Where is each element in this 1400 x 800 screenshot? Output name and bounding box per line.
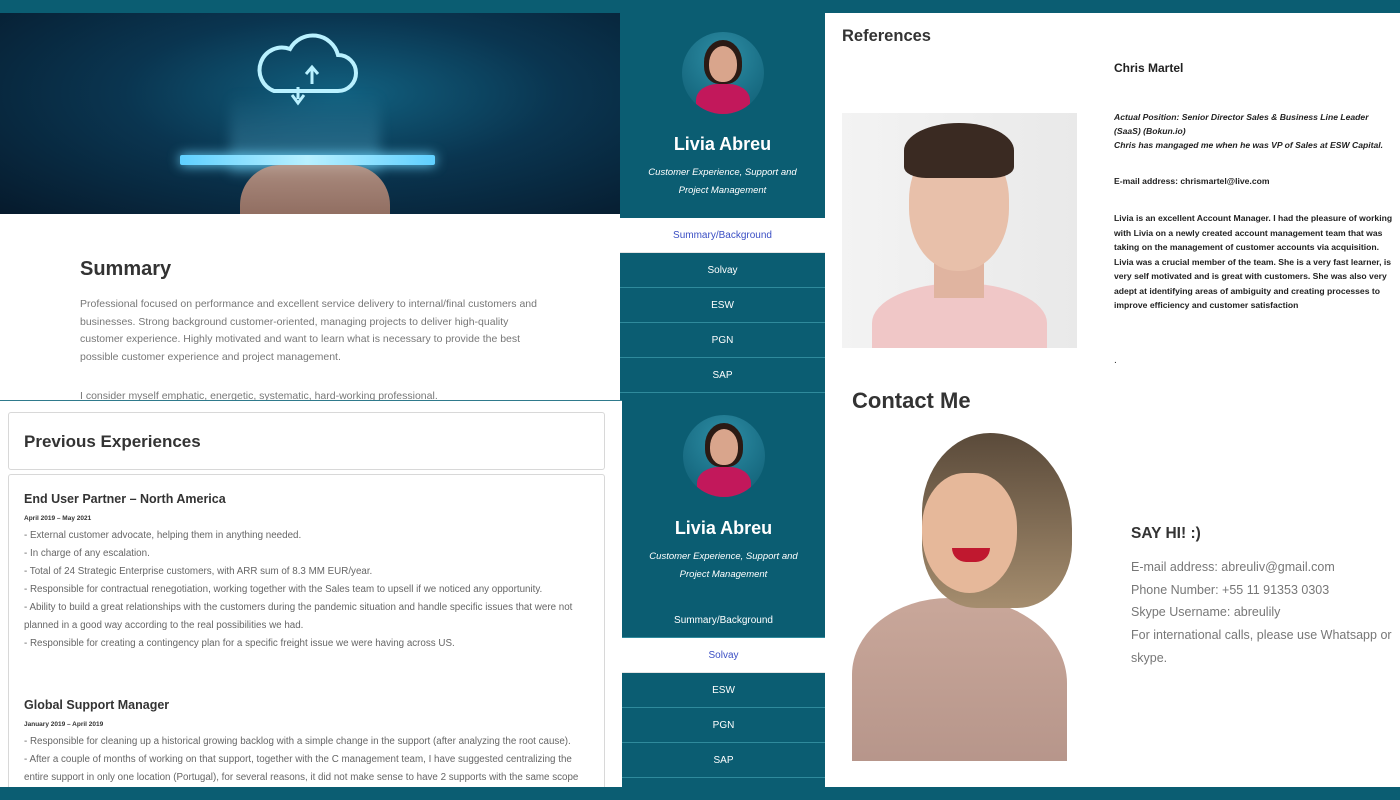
nav-item-sap[interactable]: SAP: [620, 358, 825, 393]
job-line: - Responsible for creating a contingency…: [24, 638, 455, 649]
contact-email[interactable]: E-mail address: abreuliv@gmail.com: [1131, 556, 1396, 579]
sidebar-top: Livia Abreu Customer Experience, Support…: [620, 13, 825, 400]
reference-photo: [842, 113, 1077, 348]
experiences-list: End User Partner – North America April 2…: [8, 474, 605, 787]
reference-quote: Livia is an excellent Account Manager. I…: [1114, 213, 1393, 310]
frame-bottom: [0, 787, 1400, 800]
nav-item-esw[interactable]: ESW: [620, 288, 825, 323]
profile-name: Livia Abreu: [674, 518, 773, 538]
summary-title: Summary: [80, 258, 172, 280]
frame-top: [0, 0, 1400, 13]
nav-item-sap[interactable]: SAP: [622, 743, 825, 778]
job-line: planned in a good way according to the r…: [24, 620, 304, 631]
hero-image: [0, 13, 620, 214]
summary-section: Summary Professional focused on performa…: [0, 214, 620, 400]
profile-name: Livia Abreu: [673, 134, 772, 154]
cloud-sync-icon: [250, 29, 362, 109]
contact-skype[interactable]: Skype Username: abreulily: [1131, 601, 1396, 624]
experiences-header: Previous Experiences: [8, 412, 605, 470]
job-line: - Ability to build a great relationships…: [24, 602, 573, 613]
reference-relation: Chris has mangaged me when he was VP of …: [1114, 140, 1384, 150]
contact-title: Contact Me: [852, 388, 971, 413]
sidebar-nav-bottom: Summary/Background Solvay ESW PGN SAP: [622, 603, 825, 778]
job-date: January 2019 – April 2019: [24, 721, 104, 728]
profile-role: Customer Experience, Support and Project…: [648, 167, 797, 196]
job-date: April 2019 – May 2021: [24, 515, 92, 522]
contact-phone[interactable]: Phone Number: +55 11 91353 0303: [1131, 579, 1396, 602]
sidebar-bottom: Livia Abreu Customer Experience, Support…: [622, 400, 825, 787]
reference-name: Chris Martel: [1114, 61, 1184, 75]
summary-paragraph: Professional focused on performance and …: [80, 298, 537, 363]
job-line: - Total of 24 Strategic Enterprise custo…: [24, 566, 373, 577]
nav-item-pgn[interactable]: PGN: [620, 323, 825, 358]
nav-item-summary[interactable]: Summary/Background: [620, 218, 825, 253]
job-line: entire support in only one location (Por…: [24, 772, 579, 783]
experiences-title: Previous Experiences: [24, 432, 201, 451]
hero-tablet: [180, 155, 435, 165]
job-line: - Responsible for contractual renegotiat…: [24, 584, 543, 595]
reference-position-text: Actual Position: Senior Director Sales &…: [1114, 112, 1369, 136]
nav-item-solvay[interactable]: Solvay: [620, 253, 825, 288]
job-line: - External customer advocate, helping th…: [24, 530, 302, 541]
experiences-section: Previous Experiences End User Partner – …: [0, 400, 622, 787]
job-title: Global Support Manager: [24, 698, 170, 712]
job-entry: Global Support Manager January 2019 – Ap…: [24, 698, 594, 787]
profile-role: Customer Experience, Support and Project…: [649, 551, 798, 580]
contact-photo: [852, 433, 1090, 761]
references-section: References Chris Martel Actual Position:…: [825, 13, 1400, 388]
nav-item-esw[interactable]: ESW: [622, 673, 825, 708]
reference-dot: .: [1114, 355, 1117, 366]
contact-note: For international calls, please use What…: [1131, 628, 1392, 665]
job-line: - After a couple of months of working on…: [24, 754, 572, 765]
nav-item-solvay[interactable]: Solvay: [622, 638, 825, 673]
nav-item-summary[interactable]: Summary/Background: [622, 603, 825, 638]
summary-paragraph-2: I consider myself emphatic, energetic, s…: [80, 390, 438, 400]
avatar: [681, 32, 764, 114]
job-line: - Responsible for cleaning up a historic…: [24, 736, 571, 747]
nav-item-pgn[interactable]: PGN: [622, 708, 825, 743]
contact-details: E-mail address: abreuliv@gmail.com Phone…: [1131, 556, 1396, 670]
job-title: End User Partner – North America: [24, 492, 226, 506]
avatar: [682, 415, 765, 497]
reference-position: Actual Position: Senior Director Sales &…: [1114, 110, 1394, 152]
sidebar-nav-top: Summary/Background Solvay ESW PGN SAP: [620, 218, 825, 393]
reference-email: E-mail address: chrismartel@live.com: [1114, 176, 1270, 186]
job-line: - In charge of any escalation.: [24, 548, 150, 559]
hero-hand: [240, 165, 390, 214]
contact-section: Contact Me SAY HI! :) E-mail address: ab…: [825, 375, 1400, 787]
job-entry: End User Partner – North America April 2…: [24, 492, 594, 653]
references-title: References: [842, 27, 931, 45]
contact-greeting: SAY HI! :): [1131, 525, 1201, 542]
